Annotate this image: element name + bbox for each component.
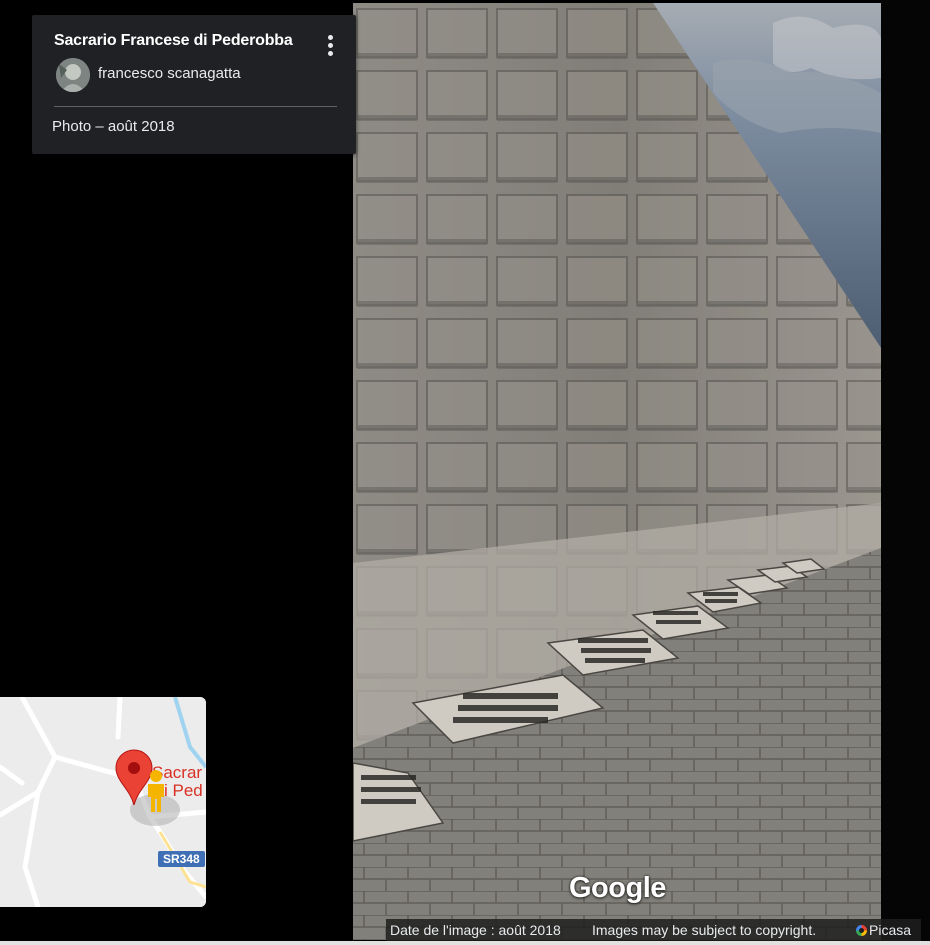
road-badge: SR348	[158, 851, 205, 867]
copyright-link[interactable]: Images may be subject to copyright.	[592, 922, 816, 938]
pegman-icon	[148, 770, 164, 812]
street-view-photo[interactable]	[353, 3, 881, 940]
right-edge-strip	[881, 0, 930, 945]
place-title[interactable]: Sacrario Francese di Pederobba	[54, 32, 293, 50]
picasa-icon	[856, 925, 867, 936]
minimap-roads	[0, 697, 206, 907]
photo-date: Photo – août 2018	[52, 118, 175, 135]
author-avatar[interactable]	[56, 58, 90, 92]
minimap[interactable]: Sacrar i Ped SR348	[0, 697, 206, 907]
map-place-label-2: i Ped	[164, 781, 203, 800]
author-name[interactable]: francesco scanagatta	[98, 65, 241, 82]
more-vert-icon[interactable]	[322, 33, 338, 61]
image-date: Date de l'image : août 2018	[390, 922, 561, 938]
card-divider	[54, 106, 337, 107]
photo-info-card: Sacrario Francese di Pederobba francesco…	[32, 15, 356, 154]
picasa-label: Picasa	[869, 922, 912, 938]
google-logo: Google	[569, 872, 666, 904]
bottom-edge	[0, 941, 930, 945]
memorial-wall-image	[353, 3, 881, 940]
picasa-attribution[interactable]: Picasa	[856, 922, 911, 938]
